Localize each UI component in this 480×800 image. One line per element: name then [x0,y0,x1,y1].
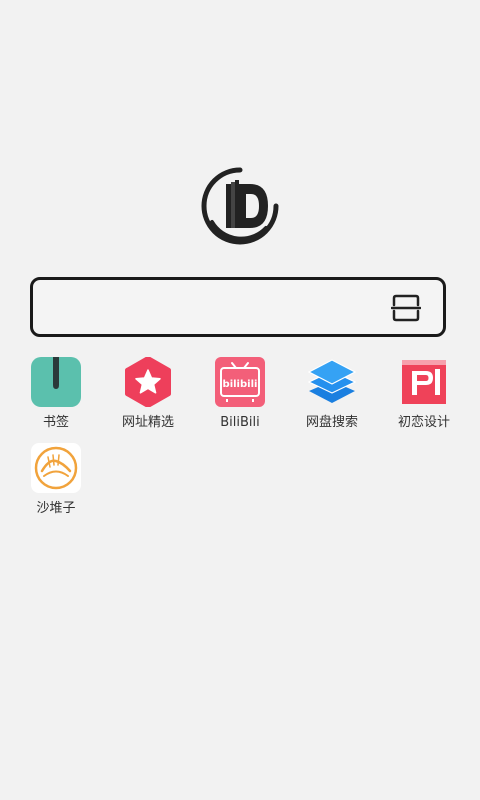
bookmark-icon [31,357,81,407]
shortcut-website-picks[interactable]: 网址精选 [102,356,194,437]
sand-wave-icon [31,443,81,493]
star-hexagon-icon [123,356,173,408]
search-bar[interactable] [30,277,446,337]
shortcut-cloud-search[interactable]: 网盘搜索 [286,357,378,437]
shortcut-bookmark[interactable]: 书签 [10,357,102,437]
scan-button[interactable] [390,293,422,323]
shortcut-chulian-design[interactable]: 初恋设计 [378,357,470,437]
book-d-logo-icon [201,167,279,245]
shortcut-shaduizi[interactable]: 沙堆子 [10,443,102,523]
app-logo [200,166,280,246]
bilibili-tv-icon: bilibili [215,357,265,407]
shortcut-label: BiliBili [220,415,260,430]
shortcut-label: 沙堆子 [36,501,76,516]
shortcut-label: 网址精选 [121,415,174,430]
scan-icon [390,294,422,322]
svg-text:bilibili: bilibili [223,379,258,390]
shortcut-label: 书签 [42,415,69,430]
home-screen: 书签 网址精选 bilibili BiliBili 网盘搜索 初恋设计 沙堆子 [0,0,480,800]
p-letter-icon [399,357,449,407]
search-input[interactable] [47,280,387,334]
shortcut-bilibili[interactable]: bilibili BiliBili [194,357,286,437]
layers-icon [307,357,357,407]
shortcut-label: 初恋设计 [397,415,450,430]
shortcut-label: 网盘搜索 [305,415,358,430]
